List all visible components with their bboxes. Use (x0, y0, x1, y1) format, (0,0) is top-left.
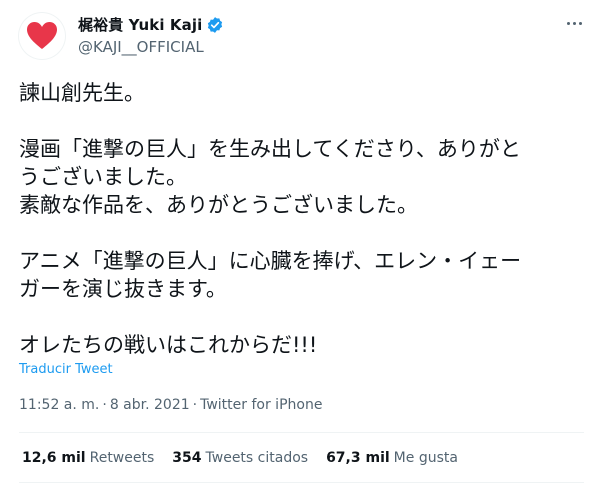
retweets-stat[interactable]: 12,6 mil Retweets (22, 450, 154, 466)
tweet-line: アニメ「進撃の巨人」に心臓を捧げ、エレン・イェー (19, 249, 522, 273)
translate-tweet-link[interactable]: Traducir Tweet (19, 362, 113, 377)
retweets-count: 12,6 mil (22, 450, 86, 466)
likes-stat[interactable]: 67,3 mil Me gusta (326, 450, 458, 466)
author-handle[interactable]: @KAJI__OFFICIAL (78, 38, 204, 56)
tweet-text: 諫山創先生。 漫画「進撃の巨人」を生み出してくださり、ありがと うございました。… (19, 79, 584, 359)
meta-separator: · (102, 397, 107, 413)
likes-label: Me gusta (393, 450, 458, 466)
tweet-line-gap (19, 219, 584, 247)
avatar[interactable] (18, 12, 66, 60)
heart-icon (27, 22, 57, 49)
tweet-line: 漫画「進撃の巨人」を生み出してくださり、ありがと (19, 137, 521, 161)
tweet-line: 素敵な作品を、ありがとうございました。 (19, 193, 418, 217)
tweet-source[interactable]: Twitter for iPhone (200, 397, 322, 413)
author-name-row[interactable]: 梶裕貴 Yuki Kaji (78, 14, 224, 35)
tweet-line: ガーを演じ抜きます。 (19, 277, 227, 301)
tweet-date[interactable]: 8 abr. 2021 (110, 397, 190, 413)
tweet-line: オレたちの戦いはこれからだ!!! (19, 333, 318, 357)
divider (19, 482, 584, 483)
tweet-line: うございました。 (19, 165, 187, 189)
author-display-name[interactable]: 梶裕貴 Yuki Kaji (78, 14, 202, 35)
tweet-line-gap (19, 303, 584, 331)
tweet-line-gap (19, 107, 584, 135)
divider (19, 432, 584, 433)
tweet-time[interactable]: 11:52 a. m. (19, 397, 99, 413)
quote-tweets-label: Tweets citados (205, 450, 309, 466)
quote-tweets-stat[interactable]: 354 Tweets citados (172, 450, 308, 466)
more-options-icon[interactable] (563, 12, 585, 34)
tweet-meta: 11:52 a. m. · 8 abr. 2021 · Twitter for iPho… (19, 397, 322, 413)
tweet-line: 諫山創先生。 (19, 81, 145, 105)
quote-tweets-count: 354 (172, 450, 202, 466)
verified-badge-icon (208, 16, 223, 33)
likes-count: 67,3 mil (326, 450, 390, 466)
meta-separator: · (192, 397, 198, 413)
retweets-label: Retweets (89, 450, 155, 466)
tweet-stats: 12,6 mil Retweets 354 Tweets citados 67,3 … (22, 450, 458, 466)
